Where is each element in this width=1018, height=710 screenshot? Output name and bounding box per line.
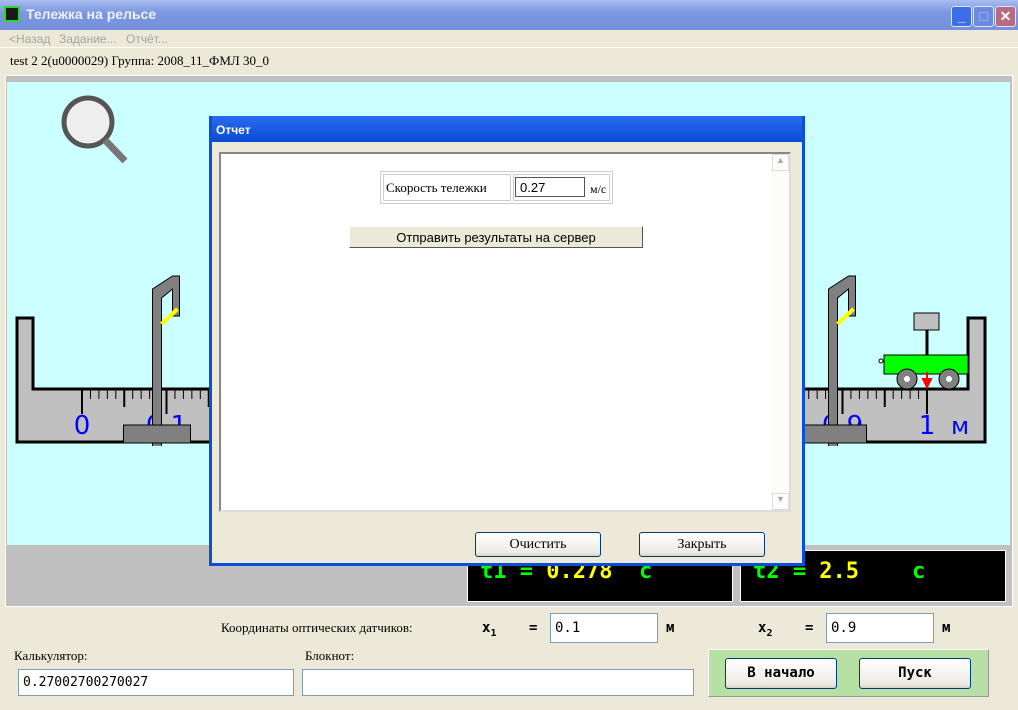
start-button[interactable]: Пуск [859, 658, 971, 689]
magnifier-icon[interactable] [61, 95, 128, 164]
x1-unit: м [666, 620, 675, 636]
sensors-label: Координаты оптических датчиков: [221, 620, 413, 635]
close-button[interactable]: Закрыть [639, 532, 765, 557]
x1-label: x1 [482, 620, 497, 639]
x2-label: x2 [758, 620, 773, 639]
notepad-input[interactable] [302, 669, 694, 696]
calculator-input[interactable] [18, 669, 294, 696]
report-dialog: Отчет Скорость тележки м/с Отправить рез… [209, 116, 805, 566]
close-icon[interactable]: ✕ [995, 6, 1016, 27]
ruler-unit: м [951, 412, 969, 440]
speed-input[interactable] [515, 177, 585, 197]
cart[interactable] [878, 312, 969, 390]
menu-bar: <Назад Задание... Отчёт... [0, 30, 1018, 48]
reset-button[interactable]: В начало [725, 658, 837, 689]
speed-table: Скорость тележки м/с [380, 171, 613, 204]
user-info: test 2 2(u0000029) Группа: 2008_11_ФМЛ 3… [10, 53, 269, 68]
speed-unit: м/с [590, 182, 607, 196]
dialog-title: Отчет [212, 116, 802, 142]
control-panel: В начало Пуск [708, 649, 989, 697]
scrollbar[interactable]: ▲ ▼ [772, 154, 789, 510]
app-icon [4, 6, 20, 22]
ruler-label: 0 [74, 411, 91, 441]
scroll-down-icon[interactable]: ▼ [772, 493, 789, 510]
window-title: Тележка на рельсе [26, 6, 157, 22]
menu-back[interactable]: <Назад [9, 32, 50, 46]
x2-unit: м [942, 620, 951, 636]
dialog-content: Скорость тележки м/с Отправить результат… [219, 152, 791, 512]
clear-button[interactable]: Очистить [475, 532, 601, 557]
title-bar: Тележка на рельсе _ □ ✕ [0, 0, 1018, 30]
notepad-label: Блокнот: [305, 648, 355, 663]
calculator-label: Калькулятор: [14, 648, 88, 663]
minimize-icon[interactable]: _ [951, 6, 972, 27]
x1-input[interactable] [550, 613, 658, 643]
x2-equals: = [805, 620, 814, 636]
x1-equals: = [529, 620, 538, 636]
scroll-up-icon[interactable]: ▲ [772, 154, 789, 171]
speed-label: Скорость тележки [383, 174, 511, 201]
menu-report[interactable]: Отчёт... [126, 32, 168, 46]
ruler-label: 1 [919, 411, 936, 441]
x2-input[interactable] [826, 613, 934, 643]
menu-task[interactable]: Задание... [59, 32, 117, 46]
send-results-button[interactable]: Отправить результаты на сервер [349, 226, 643, 248]
maximize-icon[interactable]: □ [973, 6, 994, 27]
